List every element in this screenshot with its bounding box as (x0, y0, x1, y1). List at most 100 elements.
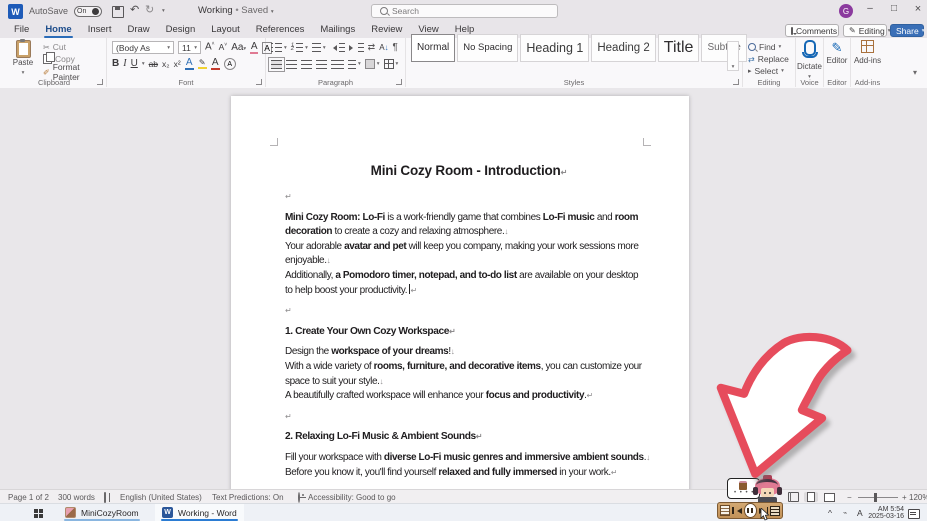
tab-mailings[interactable]: Mailings (312, 22, 363, 38)
word-app-icon[interactable]: W (8, 4, 23, 19)
document-page[interactable]: Mini Cozy Room - Introduction↵↵Mini Cozy… (231, 96, 689, 489)
tray-device-icon[interactable]: ⌁ (843, 509, 847, 521)
numbering-button[interactable]: 12▾ (291, 43, 308, 52)
search-input[interactable]: Search (371, 4, 558, 18)
undo-icon[interactable]: ↶ (130, 3, 139, 16)
style-s-nospacing[interactable]: No Spacing (457, 34, 518, 62)
start-button[interactable] (34, 509, 43, 518)
distribute-button[interactable] (331, 60, 344, 69)
justify-button[interactable] (316, 60, 327, 69)
tab-review[interactable]: Review (363, 22, 410, 38)
paste-button[interactable]: Paste ▾ (8, 40, 38, 76)
highlight-button[interactable]: ✎ (198, 59, 207, 69)
comments-button[interactable]: Comments (785, 24, 839, 37)
read-mode-button[interactable] (786, 492, 800, 502)
tab-draw[interactable]: Draw (119, 22, 157, 38)
style-s-title[interactable]: Title (658, 34, 700, 62)
ime-indicator[interactable]: A (857, 508, 863, 521)
replace-button[interactable]: ⇄ Replace (748, 54, 789, 64)
pause-button[interactable] (744, 505, 757, 517)
find-button[interactable]: Find▾ (748, 42, 781, 52)
zoom-slider-thumb[interactable] (874, 493, 877, 502)
enclose-characters-button[interactable]: A (224, 58, 236, 70)
save-icon[interactable] (112, 6, 124, 18)
print-layout-button[interactable] (804, 492, 818, 502)
text-predictions[interactable]: Text Predictions: On (212, 493, 284, 502)
avatar-character[interactable] (753, 475, 783, 503)
collapse-ribbon-icon[interactable]: ▾ (913, 68, 917, 77)
zoom-slider-track[interactable] (858, 497, 898, 498)
customize-qat-icon[interactable]: ▾ (162, 8, 165, 14)
chevron-down-icon[interactable]: ▾ (142, 61, 145, 67)
notification-center-icon[interactable] (908, 509, 920, 519)
document-title[interactable]: Working • Saved ▾ (198, 5, 274, 16)
minimize-button[interactable]: – (860, 3, 880, 14)
dialog-launcher-icon[interactable] (396, 79, 402, 85)
bold-button[interactable]: B (112, 59, 119, 69)
tab-layout[interactable]: Layout (203, 22, 248, 38)
align-center-button[interactable] (286, 60, 297, 69)
language-indicator[interactable]: English (United States) (120, 493, 202, 502)
subscript-button[interactable]: x₂ (162, 60, 170, 69)
font-size-combo[interactable]: 11▾ (178, 41, 201, 54)
taskbar-item-minicozyroom[interactable]: MiniCozyRoom (58, 504, 146, 521)
styles-more-button[interactable]: ▾ (727, 41, 739, 71)
zoom-level[interactable]: 120% (909, 493, 927, 502)
sort-button[interactable]: A↓ (379, 44, 388, 52)
font-color-button[interactable]: A (211, 58, 220, 70)
zoom-in-button[interactable]: + (902, 493, 907, 502)
line-spacing-button[interactable]: ▾ (348, 60, 361, 69)
playlist-button[interactable] (770, 505, 780, 517)
tab-file[interactable]: File (6, 22, 37, 38)
proofing-icon[interactable] (104, 492, 106, 503)
bullets-button[interactable]: ▾ (271, 43, 287, 52)
web-layout-button[interactable] (822, 492, 836, 502)
decrease-indent-button[interactable] (330, 43, 345, 52)
align-right-button[interactable] (301, 60, 312, 69)
clear-formatting-button[interactable]: A (250, 42, 258, 54)
word-count[interactable]: 300 words (58, 493, 95, 502)
style-s-normal[interactable]: Normal (411, 34, 455, 62)
taskbar-item-word[interactable]: W Working - Word (155, 504, 244, 521)
editor-button[interactable]: ✎ Editor (825, 40, 849, 65)
asian-layout-button[interactable]: ⇄ (368, 43, 376, 52)
account-avatar[interactable]: G (839, 4, 853, 18)
notepad-button[interactable] (720, 505, 730, 517)
autosave-toggle[interactable]: On (74, 6, 102, 17)
italic-button[interactable]: I (123, 59, 126, 69)
clock[interactable]: AM 5:54 2025-03-16 (864, 506, 904, 520)
borders-button[interactable]: ▾ (384, 59, 399, 69)
superscript-button[interactable]: x² (174, 60, 181, 69)
close-button[interactable]: × (908, 3, 927, 15)
strikethrough-button[interactable]: ab (149, 60, 158, 69)
align-left-button[interactable] (271, 60, 282, 69)
increase-indent-button[interactable] (349, 43, 364, 52)
font-name-combo[interactable]: (Body As▾ (112, 41, 174, 54)
shrink-font-button[interactable]: A˅ (219, 43, 228, 52)
tab-home[interactable]: Home (37, 22, 79, 38)
show-formatting-marks-button[interactable]: ¶ (393, 43, 398, 53)
tab-references[interactable]: References (248, 22, 313, 38)
change-case-button[interactable]: Aa▾ (231, 43, 246, 53)
tab-insert[interactable]: Insert (80, 22, 120, 38)
select-button[interactable]: ▸ Select▾ (748, 66, 784, 76)
grow-font-button[interactable]: A˄ (205, 42, 215, 52)
addins-button[interactable]: Add-ins (853, 40, 882, 65)
editing-mode-button[interactable]: ✎ Editing ▾ (843, 24, 887, 37)
multilevel-list-button[interactable]: ▾ (312, 43, 326, 52)
previous-track-button[interactable] (732, 505, 742, 517)
style-s-h2[interactable]: Heading 2 (591, 34, 655, 62)
tab-design[interactable]: Design (158, 22, 204, 38)
text-effects-button[interactable]: A (185, 58, 194, 70)
accessibility-status[interactable]: Accessibility: Good to go (308, 493, 396, 502)
style-s-h1[interactable]: Heading 1 (520, 34, 589, 62)
style-s-subtitle[interactable]: Subtitle (701, 34, 746, 62)
tray-chevron-icon[interactable]: ^ (828, 508, 832, 521)
dictate-button[interactable]: Dictate ▾ (797, 40, 822, 80)
underline-button[interactable]: U (131, 59, 138, 69)
maximize-button[interactable]: □ (884, 3, 904, 14)
redo-icon[interactable]: ↻ (145, 3, 154, 16)
dialog-launcher-icon[interactable] (733, 79, 739, 85)
shading-button[interactable]: ▾ (365, 59, 380, 69)
cut-button[interactable]: ✂ Cut (43, 42, 66, 52)
